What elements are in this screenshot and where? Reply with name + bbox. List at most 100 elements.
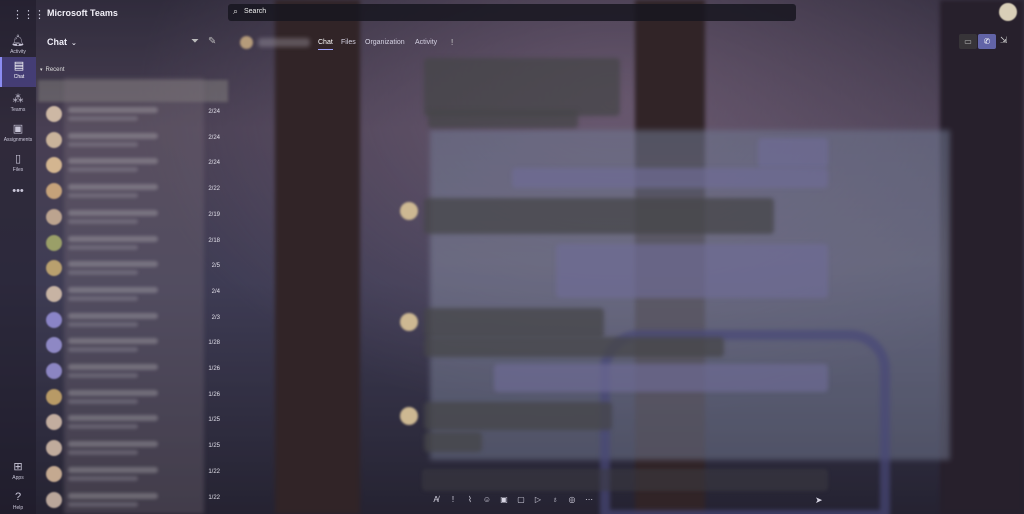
chat-date: 2/18 [208, 237, 220, 244]
avatar [46, 440, 62, 457]
people-icon[interactable]: ⇲ [1000, 35, 1008, 46]
format-icon[interactable]: A̸ [431, 495, 441, 504]
message-bubble [494, 364, 828, 392]
chat-preview [68, 450, 138, 456]
sticker-icon[interactable]: ▢ [516, 495, 526, 504]
more-icon: ••• [12, 185, 24, 197]
chat-list-item[interactable]: 1/26 [38, 386, 228, 408]
chat-list-item[interactable]: 2/4 [38, 283, 228, 305]
chat-preview [68, 398, 138, 404]
message-input[interactable] [422, 469, 828, 491]
more-tabs-icon[interactable]: ! [451, 38, 453, 47]
chat-list-item[interactable]: 2/24 [38, 103, 228, 125]
chat-list-item[interactable]: 2/18 [38, 232, 228, 254]
chat-list-item[interactable]: 2/22 [38, 180, 228, 202]
chat-preview [68, 475, 138, 481]
avatar [46, 183, 62, 200]
loop-icon[interactable]: ◎ [567, 495, 577, 504]
chat-list-item[interactable]: 1/22 [38, 463, 228, 485]
chat-list-item[interactable]: 2/24 [38, 129, 228, 151]
attach-icon[interactable]: ⌇ [465, 495, 475, 504]
bell-icon: 🔔︎ [11, 35, 25, 47]
audio-call-button[interactable]: ✆ [978, 34, 996, 49]
message-bubble [424, 198, 774, 234]
rail-help[interactable]: ? Help [0, 488, 36, 514]
chat-list-item[interactable]: 1/26 [38, 360, 228, 382]
praise-icon[interactable]: ♁ [550, 495, 560, 504]
avatar [46, 131, 62, 148]
chat-name [68, 235, 158, 242]
apps-icon: ⊞ [13, 461, 23, 473]
send-icon[interactable]: ➤ [815, 495, 823, 506]
avatar [46, 106, 62, 122]
chat-date: 2/3 [211, 314, 220, 321]
rail-teams[interactable]: ⁂ Teams [0, 90, 36, 120]
caret-down-icon: ▾ [40, 67, 43, 73]
chat-list-item[interactable]: 1/25 [38, 437, 228, 459]
chat-name [68, 286, 158, 293]
chat-date: 1/25 [208, 443, 220, 450]
chat-list-item[interactable]: 1/28 [38, 334, 228, 356]
chat-date: 2/22 [208, 186, 220, 193]
chat-preview [68, 167, 138, 173]
chat-name [68, 209, 158, 216]
sender-avatar [400, 313, 418, 331]
chat-date: 1/22 [208, 468, 220, 475]
tab-chat[interactable]: Chat [318, 39, 333, 50]
tab-files[interactable]: Files [341, 39, 356, 46]
chat-list-item[interactable]: 2/19 [38, 206, 228, 228]
avatar [46, 157, 62, 174]
video-call-button[interactable]: ▭ [959, 34, 977, 49]
rail-chat[interactable]: ▤ Chat [0, 57, 36, 87]
chat-date: 2/24 [208, 109, 220, 115]
rail-assignments[interactable]: ▣ Assignments [0, 120, 36, 150]
avatar [46, 465, 62, 482]
avatar [46, 260, 62, 277]
chat-list-item[interactable]: 2/5 [38, 257, 228, 279]
rail-more[interactable]: ••• [0, 182, 36, 212]
emoji-icon[interactable]: ☺ [482, 495, 492, 504]
chat-date: 2/24 [208, 134, 220, 141]
important-icon[interactable]: ! [448, 495, 458, 504]
chat-date: 2/5 [211, 263, 220, 270]
app-rail: ⋮⋮⋮ 🔔︎ Activity ▤ Chat ⁂ Teams ▣ Assignm… [0, 0, 45, 514]
recent-section-header[interactable]: ▾ Recent [40, 67, 65, 73]
tab-organization[interactable]: Organization [365, 39, 405, 46]
avatar [46, 363, 62, 379]
filter-icon[interactable]: ⏷ [191, 36, 199, 47]
avatar [46, 311, 62, 328]
chat-list-item[interactable]: 1/22 [38, 489, 228, 511]
app-launcher-icon[interactable]: ⋮⋮⋮ [12, 8, 45, 21]
message-bubble [424, 337, 724, 357]
message-bubble [424, 58, 620, 116]
search-input[interactable]: ⌕ Search [228, 4, 796, 21]
chat-list-item[interactable]: 2/24 [38, 154, 228, 176]
chat-preview [68, 501, 138, 507]
composer-toolbar: A̸ ! ⌇ ☺ ▣ ▢ ▷ ♁ ◎ ⋯ [431, 495, 594, 504]
chat-list-title[interactable]: Chat ⌄ [47, 37, 77, 47]
chat-preview [68, 193, 138, 199]
new-chat-icon[interactable]: ✎ [208, 36, 216, 47]
rail-files[interactable]: ▯ Files [0, 150, 36, 180]
profile-avatar[interactable] [999, 3, 1017, 21]
avatar [46, 208, 62, 225]
search-icon: ⌕ [233, 6, 239, 16]
chat-name [68, 466, 158, 473]
chat-date: 1/22 [208, 494, 220, 501]
chat-name [68, 132, 158, 139]
conversation-name [258, 38, 310, 47]
rail-apps[interactable]: ⊞ Apps [0, 458, 36, 488]
avatar [46, 234, 62, 251]
chat-list-item[interactable]: 1/25 [38, 411, 228, 433]
chat-name [68, 184, 158, 191]
tab-activity[interactable]: Activity [415, 39, 437, 46]
gif-icon[interactable]: ▣ [499, 495, 509, 504]
chat-preview [68, 270, 138, 276]
help-icon: ? [14, 491, 22, 503]
chat-list-item[interactable]: 2/3 [38, 309, 228, 331]
chat-name [68, 107, 158, 113]
video-icon: ▭ [964, 37, 972, 46]
chat-name [68, 441, 158, 448]
more-options-icon[interactable]: ⋯ [584, 495, 594, 504]
schedule-meeting-icon[interactable]: ▷ [533, 495, 543, 504]
